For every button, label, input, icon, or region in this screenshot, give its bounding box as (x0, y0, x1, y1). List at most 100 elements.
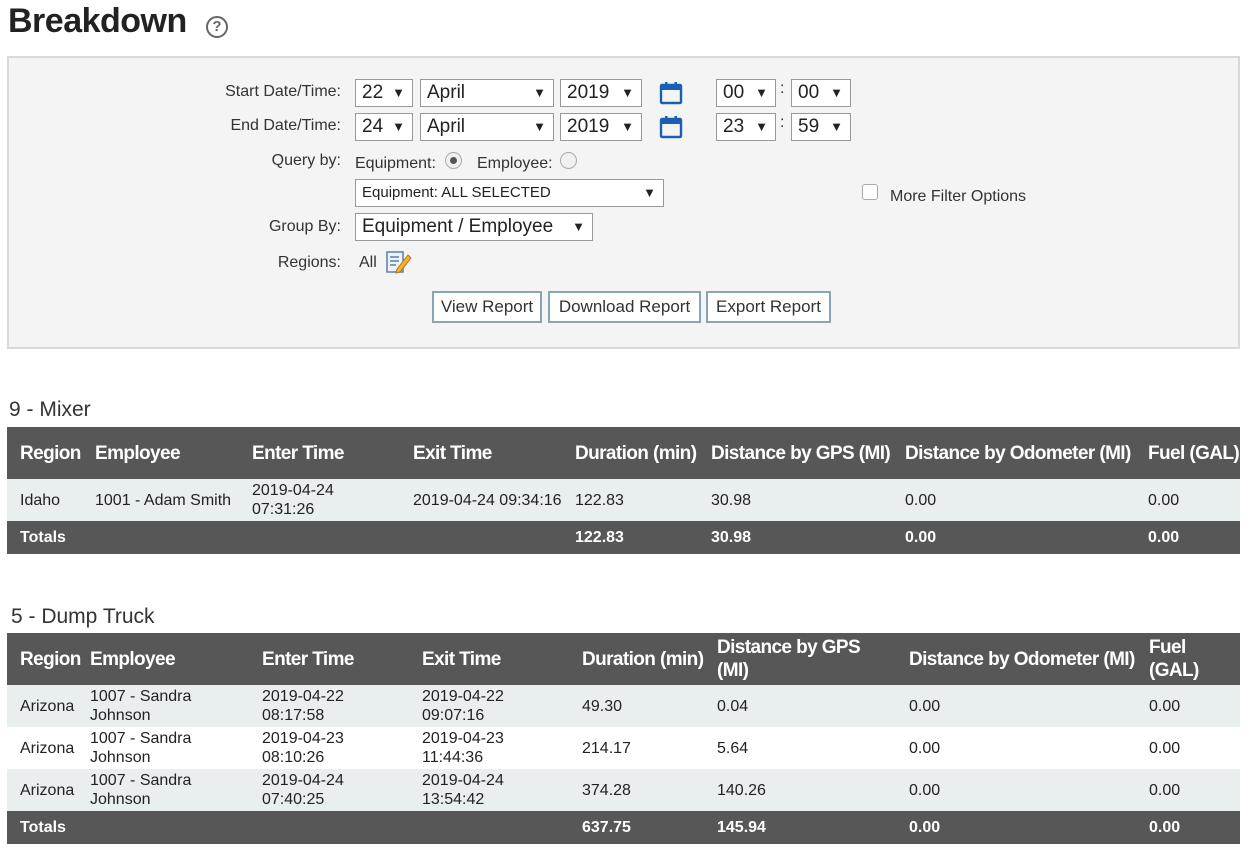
equipment-select[interactable]: Equipment: ALL SELECTED ▼ (355, 179, 664, 207)
query-equipment-radio[interactable] (445, 152, 462, 169)
chevron-down-icon: ▼ (755, 85, 768, 100)
column-header[interactable]: Duration (min) (569, 633, 704, 685)
totals-row: Totals 637.75 145.94 0.00 0.00 (7, 811, 1240, 844)
end-hour-select[interactable]: 23 ▼ (716, 113, 776, 141)
start-year-value: 2019 (567, 82, 610, 103)
column-header[interactable]: Region (7, 427, 82, 479)
cell-distance-odometer: 0.00 (896, 769, 1136, 811)
end-month-value: April (427, 116, 466, 137)
column-header[interactable]: Duration (min) (562, 427, 698, 479)
time-separator: : (780, 114, 785, 131)
end-year-select[interactable]: 2019 ▼ (560, 113, 642, 141)
start-year-select[interactable]: 2019 ▼ (560, 79, 642, 107)
column-header[interactable]: Employee (82, 427, 239, 479)
start-month-select[interactable]: April ▼ (420, 79, 554, 107)
cell-employee: 1007 - Sandra Johnson (77, 769, 249, 811)
group-by-value: Equipment / Employee (362, 216, 554, 237)
cell-region: Idaho (7, 479, 82, 521)
cell-distance-gps: 30.98 (698, 479, 892, 521)
column-header[interactable]: Fuel (GAL) (1136, 633, 1240, 685)
start-day-value: 22 (362, 82, 384, 103)
cell-enter-time: 2019-04-22 08:17:58 (249, 685, 409, 727)
calendar-icon[interactable] (659, 115, 683, 139)
cell-duration: 214.17 (569, 727, 704, 769)
cell-employee: 1007 - Sandra Johnson (77, 685, 249, 727)
cell-distance-odometer: 0.00 (896, 727, 1136, 769)
query-employee-radio[interactable] (560, 152, 577, 169)
query-employee-label: Employee: (477, 155, 553, 172)
cell-duration: 122.83 (562, 479, 698, 521)
cell-region: Arizona (7, 685, 77, 727)
table-header-row: Region Employee Enter Time Exit Time Dur… (7, 633, 1240, 685)
table-row: Idaho 1001 - Adam Smith 2019-04-24 07:31… (7, 479, 1240, 521)
cell-distance-gps: 140.26 (704, 769, 896, 811)
chevron-down-icon: ▼ (533, 119, 546, 134)
filter-panel: Start Date/Time: 22 ▼ April ▼ 2019 ▼ 00 … (7, 56, 1240, 349)
total-distance-odometer: 0.00 (896, 811, 1136, 844)
cell-distance-gps: 5.64 (704, 727, 896, 769)
report-title: 5 - Dump Truck (11, 605, 155, 628)
regions-value: All (359, 254, 377, 271)
download-report-button[interactable]: Download Report (548, 291, 701, 323)
end-hour-value: 23 (723, 116, 745, 137)
column-header[interactable]: Enter Time (249, 633, 409, 685)
column-header[interactable]: Fuel (GAL) (1135, 427, 1240, 479)
total-distance-gps: 30.98 (698, 521, 892, 554)
cell-enter-time: 2019-04-23 08:10:26 (249, 727, 409, 769)
cell-duration: 374.28 (569, 769, 704, 811)
cell-region: Arizona (7, 769, 77, 811)
table-row: Arizona 1007 - Sandra Johnson 2019-04-23… (7, 727, 1240, 769)
total-fuel: 0.00 (1136, 811, 1240, 844)
group-by-label: Group By: (268, 218, 341, 235)
cell-region: Arizona (7, 727, 77, 769)
more-filter-checkbox[interactable] (862, 184, 878, 200)
start-day-select[interactable]: 22 ▼ (355, 79, 413, 107)
start-hour-select[interactable]: 00 ▼ (716, 79, 776, 107)
time-separator: : (780, 80, 785, 97)
start-minute-select[interactable]: 00 ▼ (791, 79, 851, 107)
column-header[interactable]: Distance by GPS (MI) (698, 427, 892, 479)
start-month-value: April (427, 82, 466, 103)
chevron-down-icon: ▼ (392, 119, 405, 134)
start-hour-value: 00 (723, 82, 745, 103)
total-duration: 637.75 (569, 811, 704, 844)
cell-fuel: 0.00 (1135, 479, 1240, 521)
calendar-icon[interactable] (659, 81, 683, 105)
group-by-select[interactable]: Equipment / Employee ▼ (355, 213, 593, 241)
cell-distance-odometer: 0.00 (892, 479, 1135, 521)
chevron-down-icon: ▼ (572, 219, 585, 234)
help-circle-icon[interactable]: ? (206, 16, 228, 38)
chevron-down-icon: ▼ (621, 119, 634, 134)
column-header[interactable]: Enter Time (239, 427, 400, 479)
table-row: Arizona 1007 - Sandra Johnson 2019-04-24… (7, 769, 1240, 811)
total-fuel: 0.00 (1135, 521, 1240, 554)
cell-duration: 49.30 (569, 685, 704, 727)
cell-distance-gps: 0.04 (704, 685, 896, 727)
report-table: Region Employee Enter Time Exit Time Dur… (7, 633, 1240, 844)
chevron-down-icon: ▼ (830, 119, 843, 134)
edit-regions-icon[interactable] (385, 249, 413, 275)
more-filter-label[interactable]: More Filter Options (890, 188, 1026, 206)
query-by-label: Query by: (271, 152, 341, 169)
end-day-value: 24 (362, 116, 384, 137)
cell-exit-time: 2019-04-24 09:34:16 (400, 479, 562, 521)
end-day-select[interactable]: 24 ▼ (355, 113, 413, 141)
equipment-select-value: Equipment: ALL SELECTED (362, 184, 551, 201)
column-header[interactable]: Exit Time (400, 427, 562, 479)
export-report-button[interactable]: Export Report (706, 291, 831, 323)
end-minute-select[interactable]: 59 ▼ (791, 113, 851, 141)
column-header[interactable]: Distance by Odometer (MI) (892, 427, 1135, 479)
column-header[interactable]: Employee (77, 633, 249, 685)
cell-distance-odometer: 0.00 (896, 685, 1136, 727)
start-datetime-label: Start Date/Time: (225, 83, 341, 100)
column-header[interactable]: Exit Time (409, 633, 569, 685)
report-table: Region Employee Enter Time Exit Time Dur… (7, 427, 1240, 554)
column-header[interactable]: Distance by Odometer (MI) (896, 633, 1136, 685)
end-month-select[interactable]: April ▼ (420, 113, 554, 141)
column-header[interactable]: Distance by GPS (MI) (704, 633, 896, 685)
column-header[interactable]: Region (7, 633, 81, 685)
page-title: Breakdown (8, 2, 187, 40)
total-distance-odometer: 0.00 (892, 521, 1135, 554)
view-report-button[interactable]: View Report (432, 291, 542, 323)
totals-label: Totals (7, 811, 569, 844)
